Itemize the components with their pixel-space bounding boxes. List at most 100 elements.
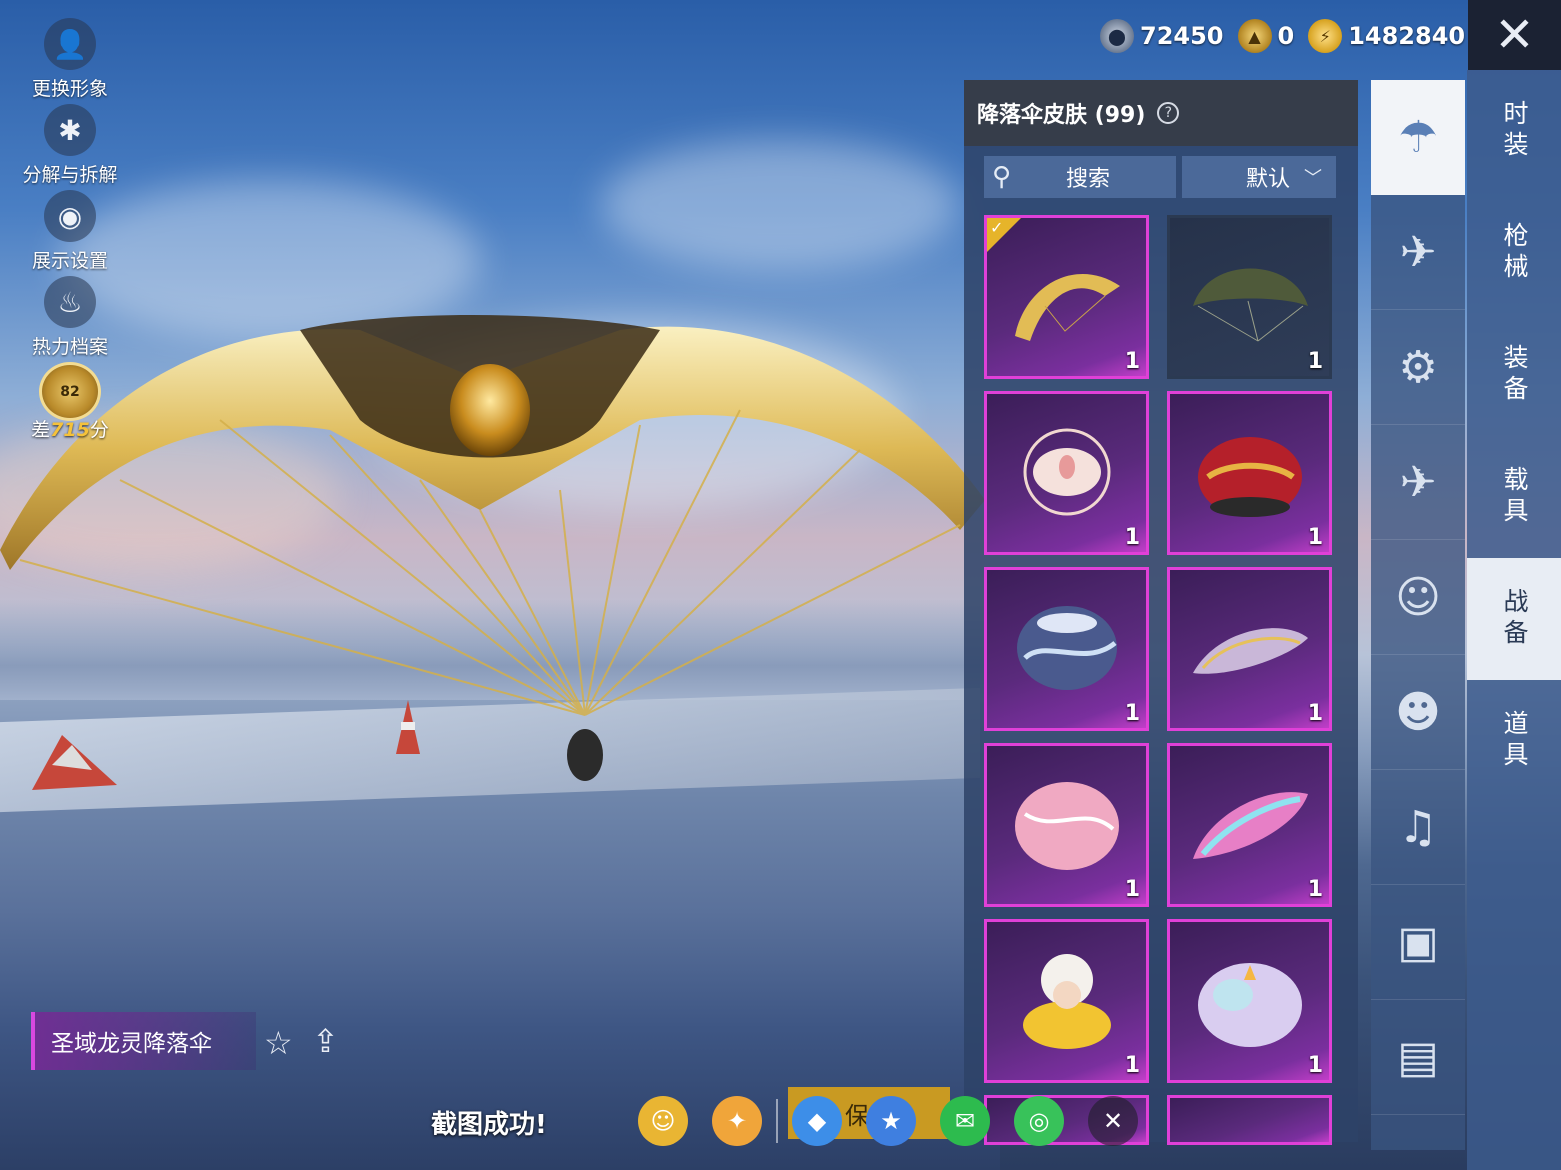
friends-icon: ☺ (650, 1107, 676, 1135)
item-count: 1 (1124, 701, 1140, 726)
screenshot-toast: 截图成功! (431, 1110, 547, 1140)
subtab-skydive[interactable]: ✈ (1371, 195, 1465, 310)
avatar-icon: 👤 (44, 18, 96, 70)
search-label: 搜索 (1066, 167, 1111, 192)
qq-icon: ◆ (807, 1107, 827, 1135)
panel-title: 降落伞皮肤 (99) (977, 103, 1146, 128)
subcategory-rail: ☂ ✈ ⚙ ✈ ☺ ☻ ♫ ▣ ▤ (1371, 80, 1465, 1150)
subtab-robot[interactable]: ☻ (1371, 655, 1465, 770)
currency-bolt[interactable]: ⚡ 1482840 (1308, 19, 1465, 53)
share-moments-button[interactable]: ◎ (1014, 1096, 1064, 1146)
help-icon[interactable]: ? (1157, 102, 1180, 124)
item-card[interactable]: 1 (1167, 391, 1332, 555)
subtab-chat[interactable]: ▣ (1371, 885, 1465, 1000)
item-card[interactable]: 1 (984, 391, 1149, 555)
robot-icon: ☻ (1395, 686, 1441, 738)
filter-row: ⚲ 搜索 默认 ﹀ (984, 156, 1336, 198)
share-peace-elite-button[interactable]: ✦ (712, 1096, 762, 1146)
emote-icon: ☺ (1395, 571, 1441, 623)
parachute-thumbnail (1193, 268, 1308, 342)
side-menu: 👤 更换形象 ✱ 分解与拆解 ◉ 展示设置 ♨ 热力档案 82 差715分 (14, 18, 126, 442)
side-item-label: 展示设置 (31, 250, 108, 272)
item-grid: ✓ 1 1 1 1 1 1 1 1 1 1 (984, 215, 1332, 1145)
currency-gold[interactable]: ▲ 0 (1237, 19, 1294, 53)
moments-icon: ◎ (1028, 1107, 1050, 1135)
parachute-thumbnail (1015, 782, 1119, 870)
heat-profile-button[interactable]: ♨ 热力档案 (14, 276, 126, 362)
traffic-cone (32, 735, 117, 790)
subtab-plane[interactable]: ✈ (1371, 425, 1465, 540)
display-settings-button[interactable]: ◉ 展示设置 (14, 190, 126, 276)
subtab-drone[interactable]: ⚙ (1371, 310, 1465, 425)
silver-coin-icon: ⬤ (1100, 19, 1134, 53)
star-icon[interactable]: ☆ (264, 1024, 293, 1062)
chevron-down-icon: ﹀ (1304, 168, 1322, 189)
rank-points: 差715分 (31, 419, 109, 441)
share-qq-button[interactable]: ◆ (792, 1096, 842, 1146)
tab-vehicles[interactable]: 载具 (1467, 436, 1561, 558)
tab-equipment[interactable]: 装备 (1467, 314, 1561, 436)
traffic-cone (396, 700, 420, 754)
parachute-thumbnail (1193, 792, 1308, 859)
item-count: 1 (1124, 1053, 1140, 1078)
skydive-icon: ✈ (1399, 226, 1437, 278)
parachute-thumbnail (1017, 606, 1117, 690)
item-card[interactable]: 1 (1167, 743, 1332, 907)
item-card[interactable]: 1 (1167, 567, 1332, 731)
bolt-coin-icon: ⚡ (1308, 19, 1343, 53)
item-panel: 降落伞皮肤 (99) ? ⚲ 搜索 默认 ﹀ ✓ 1 1 1 1 1 1 1 1… (964, 80, 1358, 1145)
currency-value: 72450 (1140, 22, 1224, 50)
item-count: 1 (1307, 877, 1323, 902)
share-wechat-button[interactable]: ✉ (940, 1096, 990, 1146)
eye-icon: ◉ (44, 190, 96, 242)
item-card[interactable]: 1 (984, 743, 1149, 907)
flame-icon: ♨ (44, 276, 96, 328)
parachute-thumbnail (1198, 963, 1302, 1047)
item-count: 1 (1307, 701, 1323, 726)
subtab-parachute[interactable]: ☂ (1371, 80, 1465, 195)
search-button[interactable]: ⚲ 搜索 (984, 156, 1176, 198)
item-card[interactable]: 1 (984, 919, 1149, 1083)
side-item-label: 热力档案 (31, 336, 108, 358)
chat-icon: ▣ (1397, 916, 1439, 968)
tab-combat-gear[interactable]: 战备 (1467, 558, 1561, 680)
drone-icon: ⚙ (1398, 341, 1438, 393)
gallery-icon: ▤ (1397, 1031, 1439, 1083)
rank-badge-button[interactable]: 82 差715分 (14, 362, 126, 442)
wechat-icon: ✉ (954, 1107, 976, 1135)
sort-dropdown[interactable]: 默认 ﹀ (1182, 156, 1336, 198)
divider (776, 1099, 778, 1143)
search-icon: ⚲ (992, 162, 1012, 192)
item-card[interactable]: 1 (984, 567, 1149, 731)
item-card[interactable] (1167, 1095, 1332, 1145)
check-icon: ✓ (990, 218, 1004, 237)
item-count: 1 (1124, 877, 1140, 902)
panel-header: 降落伞皮肤 (99) ? (964, 80, 1358, 146)
tab-fashion[interactable]: 时装 (1467, 70, 1561, 192)
sound-icon: ♫ (1398, 801, 1438, 853)
peace-elite-icon: ✦ (726, 1107, 748, 1135)
share-icon[interactable]: ⇪ (312, 1022, 339, 1060)
disassemble-button[interactable]: ✱ 分解与拆解 (14, 104, 126, 190)
item-count: 1 (1307, 1053, 1323, 1078)
item-count: 1 (1307, 349, 1323, 374)
change-avatar-button[interactable]: 👤 更换形象 (14, 18, 126, 104)
close-share-button[interactable]: ✕ (1088, 1096, 1138, 1146)
close-button[interactable]: ✕ (1468, 0, 1561, 70)
item-card[interactable]: 1 (1167, 215, 1332, 379)
item-card[interactable]: ✓ 1 (984, 215, 1149, 379)
puzzle-icon: ✱ (44, 104, 96, 156)
subtab-emote[interactable]: ☺ (1371, 540, 1465, 655)
subtab-sound[interactable]: ♫ (1371, 770, 1465, 885)
item-card[interactable]: 1 (1167, 919, 1332, 1083)
share-friends-button[interactable]: ☺ (638, 1096, 688, 1146)
tab-props[interactable]: 道具 (1467, 680, 1561, 802)
plane-icon: ✈ (1399, 456, 1437, 508)
tab-weapons[interactable]: 枪械 (1467, 192, 1561, 314)
share-qzone-button[interactable]: ★ (866, 1096, 916, 1146)
currency-silver[interactable]: ⬤ 72450 (1100, 19, 1224, 53)
rank-badge: 82 (39, 362, 101, 421)
subtab-gallery[interactable]: ▤ (1371, 1000, 1465, 1115)
currency-value: 1482840 (1348, 22, 1466, 50)
selected-item-name: 圣域龙灵降落伞 (51, 1031, 212, 1057)
